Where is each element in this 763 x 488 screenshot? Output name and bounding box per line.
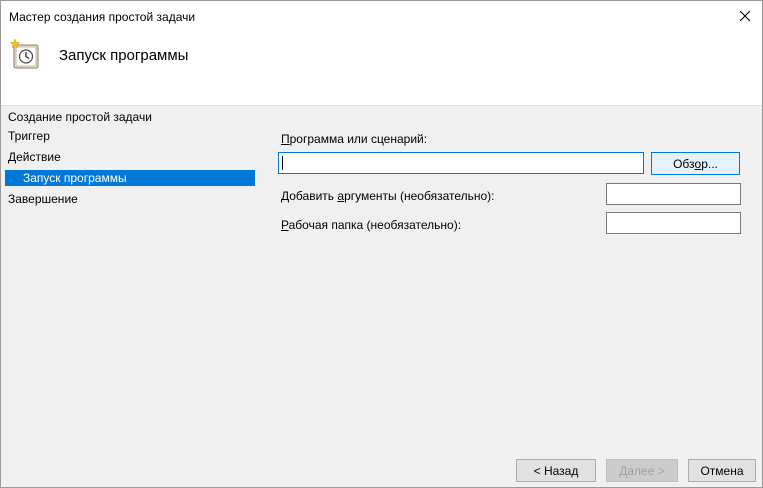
browse-button[interactable]: Обз о р... [651, 152, 740, 175]
working-folder-input[interactable] [606, 212, 741, 234]
close-icon [739, 10, 751, 22]
wizard-steps-sidebar: Создание простой задачи Триггер Действие… [1, 105, 255, 487]
program-input[interactable] [278, 152, 644, 174]
title-bar: Мастер создания простой задачи [1, 1, 762, 31]
next-button[interactable]: Далее > [606, 459, 678, 482]
window-title: Мастер создания простой задачи [9, 10, 196, 24]
wizard-header: Запуск программы [1, 31, 762, 106]
text-caret [282, 156, 283, 170]
arguments-input[interactable] [606, 183, 741, 205]
back-button[interactable]: < Назад [516, 459, 596, 482]
step-create-task[interactable]: Создание простой задачи [1, 109, 255, 125]
step-start-program[interactable]: Запуск программы [5, 170, 255, 186]
clock-task-icon [9, 38, 39, 69]
program-label: Программа или сценарий: [281, 132, 428, 146]
working-folder-label: Рабочая папка (необязательно): [281, 218, 462, 232]
step-finish[interactable]: Завершение [1, 191, 255, 207]
cancel-button[interactable]: Отмена [688, 459, 756, 482]
step-action[interactable]: Действие [1, 149, 255, 165]
page-title: Запуск программы [59, 47, 189, 64]
close-button[interactable] [728, 1, 762, 31]
wizard-window: Мастер создания простой задачи Запуск пр… [0, 0, 763, 488]
arguments-label: Добавить аргументы (необязательно): [281, 189, 495, 203]
action-form: Программа или сценарий: Обз о р... Добавит… [273, 105, 753, 435]
step-trigger[interactable]: Триггер [1, 128, 255, 144]
